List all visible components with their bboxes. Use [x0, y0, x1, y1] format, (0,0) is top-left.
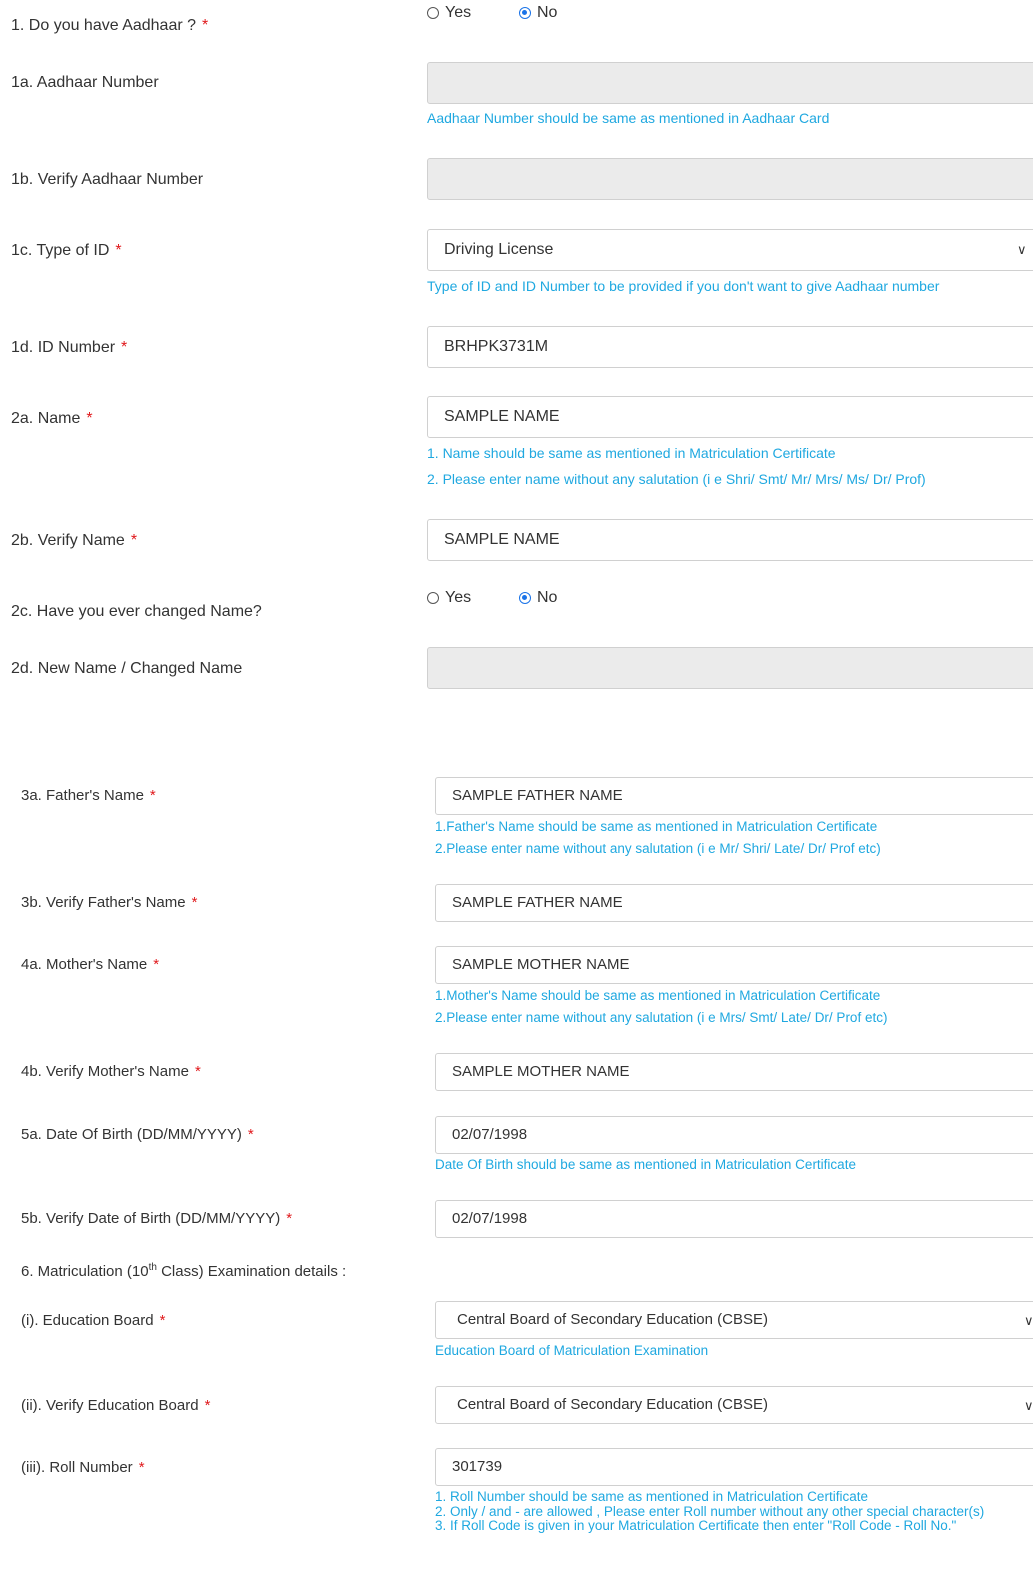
required-mark: * — [138, 1459, 145, 1476]
verify-father-name-input[interactable]: SAMPLE FATHER NAME — [435, 884, 1033, 922]
required-mark: * — [121, 339, 128, 356]
required-mark: * — [130, 532, 138, 549]
roll-number-label: (iii). Roll Number * — [21, 1459, 145, 1476]
required-mark: * — [191, 894, 198, 911]
verify-dob-label: 5b. Verify Date of Birth (DD/MM/YYYY) * — [21, 1210, 293, 1227]
education-board-select[interactable]: Central Board of Secondary Education (CB… — [435, 1301, 1033, 1339]
radio-circle-selected — [519, 592, 531, 604]
required-mark: * — [286, 1210, 293, 1227]
aadhaar-number-input[interactable] — [427, 62, 1033, 104]
radio-label: Yes — [445, 589, 472, 606]
verify-name-input[interactable]: SAMPLE NAME — [427, 519, 1033, 561]
id-number-input[interactable]: BRHPK3731M — [427, 326, 1033, 368]
chevron-down-icon[interactable]: ∨ — [1024, 1398, 1033, 1414]
roll-number-hints: 1. Roll Number should be same as mention… — [435, 1489, 1010, 1534]
education-board-value: Central Board of Secondary Education (CB… — [457, 1311, 768, 1328]
father-name-input[interactable]: SAMPLE FATHER NAME — [435, 777, 1033, 815]
name-changed-no-radio[interactable]: No — [519, 589, 557, 607]
verify-father-name-label: 3b. Verify Father's Name * — [21, 894, 198, 911]
required-mark: * — [153, 956, 160, 973]
verify-aadhaar-label: 1b. Verify Aadhaar Number — [11, 171, 204, 188]
id-type-label: 1c. Type of ID * — [11, 242, 122, 259]
required-mark: * — [194, 1063, 201, 1080]
roll-number-hint-1: 1. Roll Number should be same as mention… — [435, 1489, 868, 1504]
required-mark: * — [204, 1397, 211, 1414]
roll-number-hint-3: 3. If Roll Code is given in your Matricu… — [435, 1518, 957, 1533]
verify-mother-name-label: 4b. Verify Mother's Name * — [21, 1063, 201, 1080]
matriculation-section-label: 6. Matriculation (10th Class) Examinatio… — [21, 1262, 347, 1280]
radio-circle — [427, 592, 439, 604]
mother-name-input[interactable]: SAMPLE MOTHER NAME — [435, 946, 1033, 984]
mother-name-label: 4a. Mother's Name * — [21, 956, 160, 973]
id-number-label: 1d. ID Number * — [11, 339, 128, 356]
required-mark: * — [149, 787, 156, 804]
dob-label: 5a. Date Of Birth (DD/MM/YYYY) * — [21, 1126, 254, 1143]
name-hint-1: 1. Name should be same as mentioned in M… — [427, 445, 836, 461]
father-name-hint-2: 2.Please enter name without any salutati… — [435, 841, 881, 856]
id-type-hint: Type of ID and ID Number to be provided … — [427, 278, 940, 294]
verify-education-board-value: Central Board of Secondary Education (CB… — [457, 1396, 768, 1413]
father-name-label: 3a. Father's Name * — [21, 787, 156, 804]
mother-name-hint-2: 2.Please enter name without any salutati… — [435, 1010, 888, 1025]
radio-label: Yes — [445, 4, 472, 21]
id-type-value: Driving License — [444, 241, 554, 258]
name-input[interactable]: SAMPLE NAME — [427, 396, 1033, 438]
verify-aadhaar-input[interactable] — [427, 158, 1033, 200]
mother-name-hint-1: 1.Mother's Name should be same as mentio… — [435, 988, 881, 1003]
name-label: 2a. Name * — [11, 410, 93, 427]
aadhaar-no-radio[interactable]: No — [519, 4, 557, 22]
dob-hint: Date Of Birth should be same as mentione… — [435, 1157, 856, 1172]
name-hint-2: 2. Please enter name without any salutat… — [427, 471, 926, 487]
education-board-label: (i). Education Board * — [21, 1312, 166, 1329]
education-board-hint: Education Board of Matriculation Examina… — [435, 1343, 709, 1358]
chevron-down-icon[interactable]: ∨ — [1017, 242, 1027, 258]
required-mark: * — [202, 17, 209, 34]
radio-label: No — [537, 589, 558, 606]
required-mark: * — [115, 242, 122, 259]
radio-circle-selected — [519, 7, 531, 19]
verify-mother-name-input[interactable]: SAMPLE MOTHER NAME — [435, 1053, 1033, 1091]
radio-label: No — [537, 4, 558, 21]
changed-name-input[interactable] — [427, 647, 1033, 689]
name-changed-yes-radio[interactable]: Yes — [427, 589, 471, 607]
father-name-hint-1: 1.Father's Name should be same as mentio… — [435, 819, 878, 834]
verify-education-board-label: (ii). Verify Education Board * — [21, 1397, 211, 1414]
radio-circle — [427, 7, 439, 19]
roll-number-input[interactable]: 301739 — [435, 1448, 1033, 1486]
aadhaar-yes-radio[interactable]: Yes — [427, 4, 471, 22]
roll-number-hint-2: 2. Only / and - are allowed , Please ent… — [435, 1503, 985, 1519]
id-type-select[interactable]: Driving License — [427, 229, 1033, 271]
required-mark: * — [247, 1126, 254, 1143]
aadhaar-number-label: 1a. Aadhaar Number — [11, 74, 159, 91]
required-mark: * — [86, 410, 93, 427]
verify-name-label: 2b. Verify Name * — [11, 532, 138, 549]
aadhaar-number-hint: Aadhaar Number should be same as mention… — [427, 110, 830, 126]
name-changed-label: 2c. Have you ever changed Name? — [11, 603, 262, 620]
verify-dob-input[interactable]: 02/07/1998 — [435, 1200, 1033, 1238]
aadhaar-question-label: 1. Do you have Aadhaar ? * — [11, 17, 209, 34]
required-mark: * — [159, 1312, 166, 1329]
dob-input[interactable]: 02/07/1998 — [435, 1116, 1033, 1154]
chevron-down-icon[interactable]: ∨ — [1024, 1313, 1033, 1329]
verify-education-board-select[interactable]: Central Board of Secondary Education (CB… — [435, 1386, 1033, 1424]
changed-name-label: 2d. New Name / Changed Name — [11, 660, 243, 677]
